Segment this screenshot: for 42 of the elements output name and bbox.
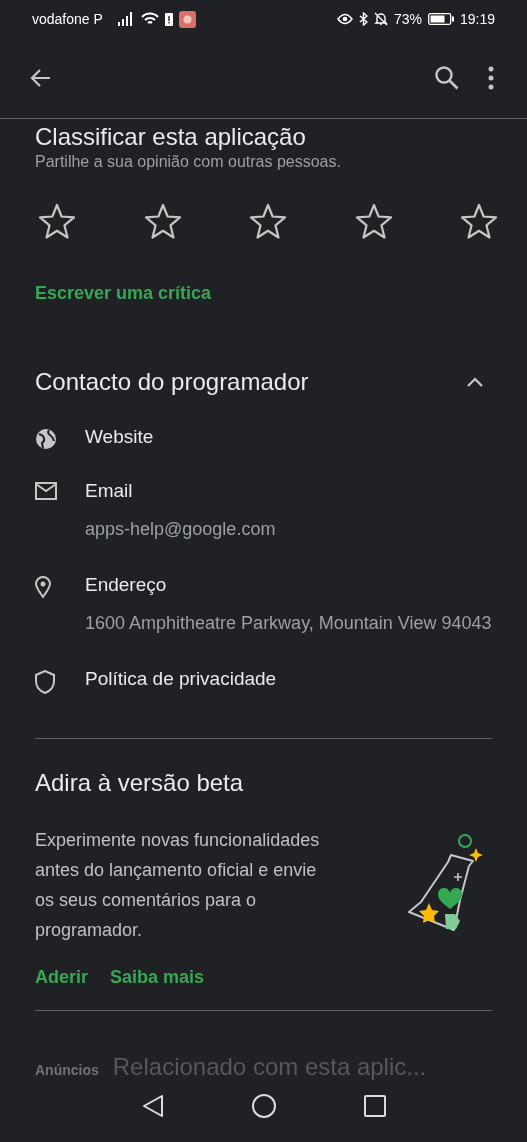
battery-icon (427, 13, 454, 25)
battery-alert-icon (164, 12, 173, 26)
star-icon[interactable] (38, 203, 76, 239)
contact-label[interactable]: Email (85, 480, 492, 502)
carrier-name: vodafone P (32, 11, 103, 27)
ads-label: Anúncios (35, 1062, 99, 1078)
action-link[interactable]: Aderir (35, 967, 88, 988)
search-icon[interactable] (434, 65, 460, 91)
contact-label[interactable]: Política de privacidade (85, 668, 492, 690)
section-subtitle: Partilhe a sua opinião com outras pessoas. (35, 153, 342, 171)
contact-label[interactable]: Website (85, 426, 492, 448)
app-notification-icon (178, 10, 196, 28)
section-title: Classificar esta aplicação (35, 123, 307, 151)
write-review-link[interactable]: Escrever uma crítica (35, 283, 492, 304)
contact-label[interactable]: Endereço (85, 574, 492, 596)
shield-icon (35, 670, 55, 694)
wifi-icon (140, 12, 159, 26)
section-title: Contacto do programador (35, 368, 309, 396)
contact-detail: apps-help@google.com (85, 518, 277, 541)
star-icon[interactable] (143, 203, 182, 239)
location-pin-icon (35, 576, 51, 598)
mail-icon (35, 482, 57, 500)
star-icon[interactable] (249, 203, 287, 239)
section-title: Adira à versão beta (35, 769, 245, 797)
signal-icon (116, 12, 135, 26)
section-title: Relacionado com esta aplic... (112, 1053, 427, 1081)
action-link[interactable]: Saiba mais (110, 967, 205, 988)
recents-square-icon[interactable] (363, 1095, 386, 1117)
eye-icon (336, 13, 353, 25)
chevron-icon[interactable] (466, 376, 484, 388)
star-icon[interactable] (460, 203, 498, 239)
back-triangle-icon[interactable] (141, 1094, 164, 1118)
muted-bell-icon (373, 12, 388, 26)
home-circle-icon[interactable] (251, 1094, 276, 1118)
contact-detail: 1600 Amphitheatre Parkway, Mountain View 94043 (85, 612, 492, 635)
battery-percent: 73% (393, 11, 422, 27)
bluetooth-icon (358, 12, 368, 26)
beta-description: Experimente novas funcionalidades antes do lançamento oficial e envie os seus comentários para o programador. (35, 829, 321, 942)
clock-time: 19:19 (459, 11, 495, 27)
more-options-icon[interactable] (488, 66, 494, 90)
globe-icon (35, 428, 57, 450)
star-icon[interactable] (354, 203, 393, 239)
